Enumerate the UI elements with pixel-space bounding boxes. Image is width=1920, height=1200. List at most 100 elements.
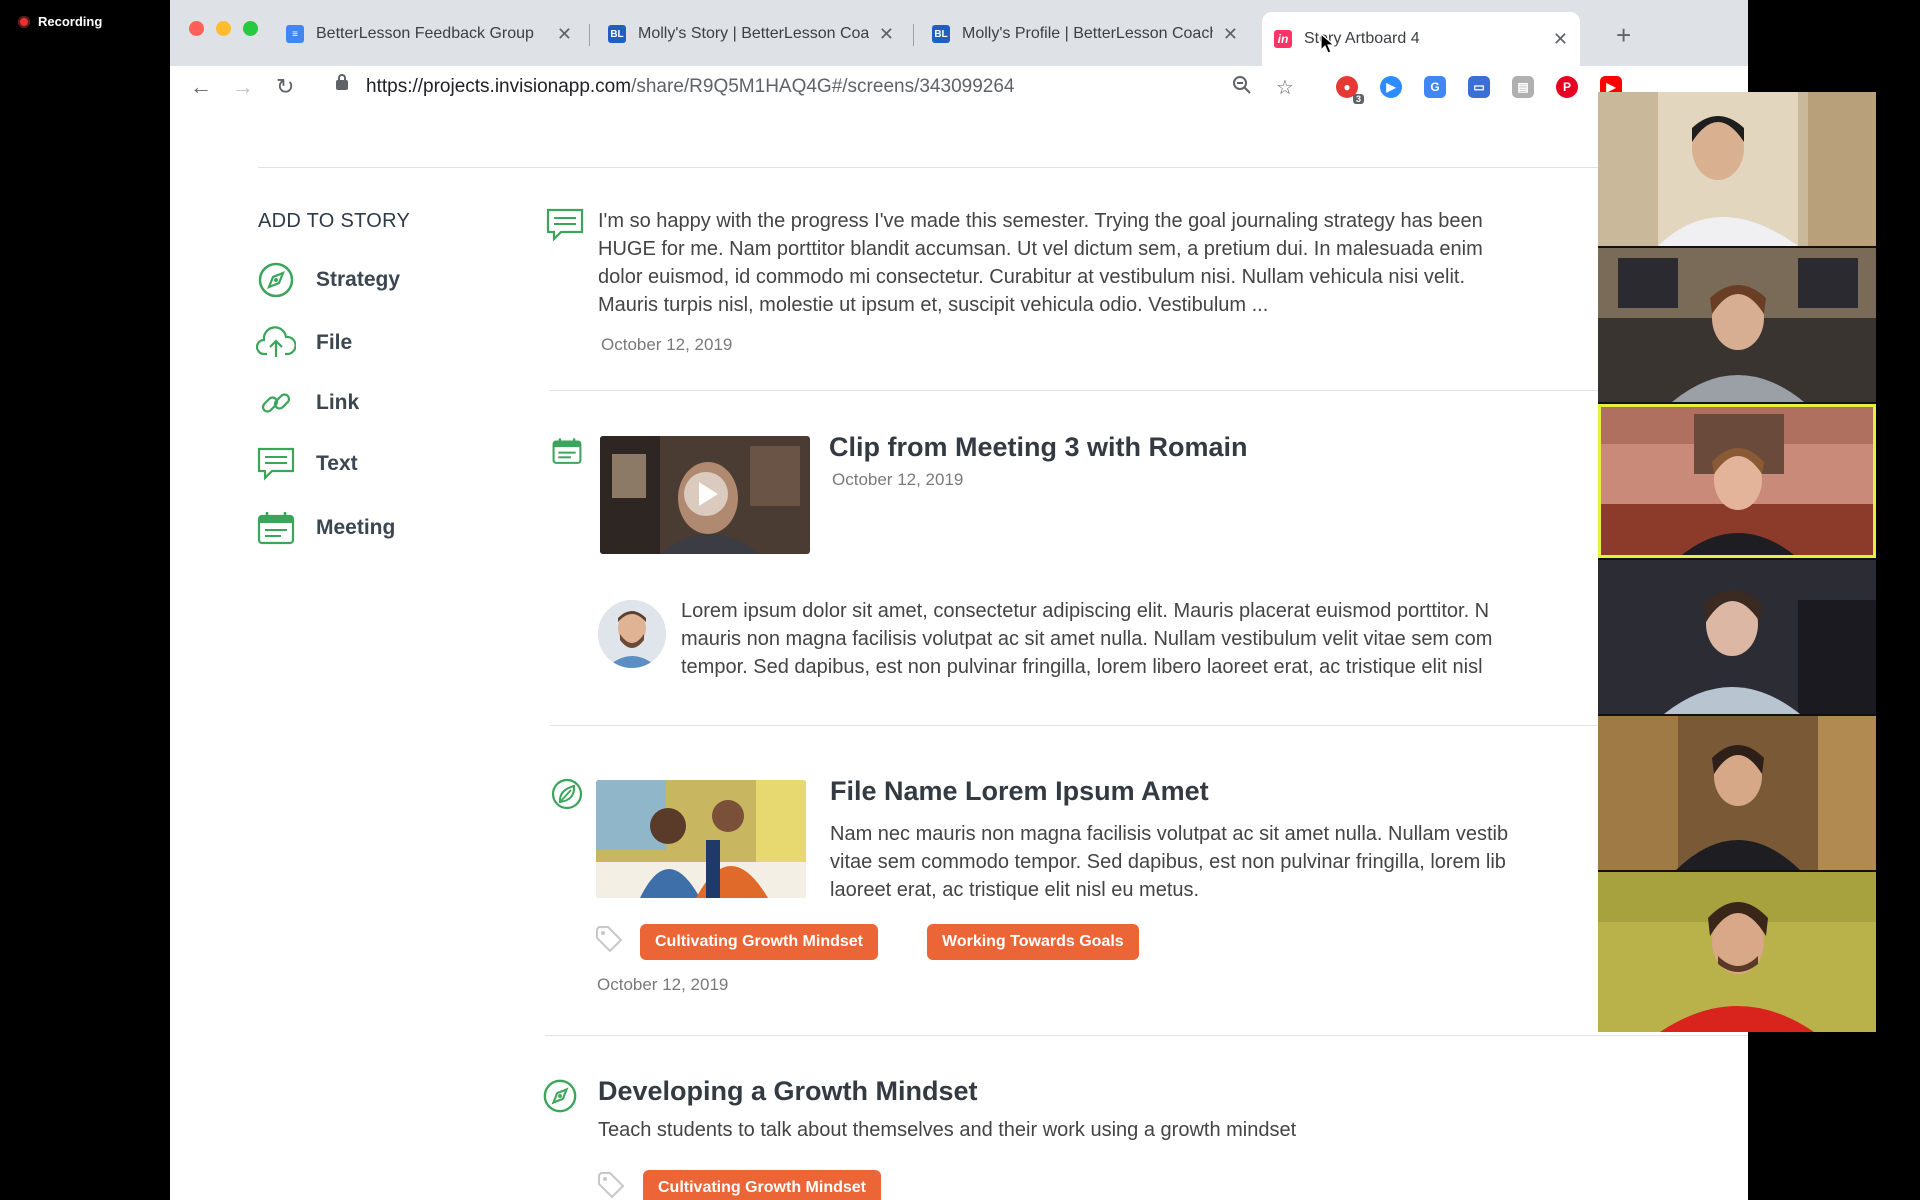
compass-icon	[256, 260, 296, 300]
entry-date: October 12, 2019	[597, 975, 729, 994]
new-tab-button[interactable]: +	[1616, 20, 1631, 51]
entry-date: October 12, 2019	[832, 470, 964, 489]
tab-separator	[589, 24, 590, 46]
extension-badge: 3	[1352, 94, 1364, 104]
page-content: ADD TO STORY Strategy File Link Text Mee…	[170, 110, 1748, 1200]
tag-working-towards-goals[interactable]: Working Towards Goals	[927, 924, 1139, 960]
link-icon	[256, 383, 296, 423]
participant-video-tile[interactable]	[1598, 560, 1876, 714]
sidebar-item-label: File	[316, 331, 353, 354]
add-text-button[interactable]: Text	[256, 444, 358, 484]
tab-title: Story Artboard 4	[1304, 30, 1420, 47]
screen-extension-icon[interactable]: ▭	[1468, 76, 1490, 98]
add-file-button[interactable]: File	[256, 323, 352, 363]
meeting-comment: Lorem ipsum dolor sit amet, consectetur …	[681, 597, 1492, 681]
google-docs-icon: ≡	[286, 25, 304, 43]
back-arrow-icon[interactable]: ←	[190, 74, 212, 100]
comment-line: tempor. Sed dapibus, est non pulvinar fr…	[681, 656, 1483, 678]
close-tab-icon[interactable]: ✕	[1223, 24, 1238, 45]
tab-story-artboard[interactable]: in Story Artboard 4 ✕	[1262, 12, 1580, 66]
text-entry-body: I'm so happy with the progress I've made…	[598, 207, 1483, 319]
tab-feedback-group[interactable]: ≡ BetterLesson Feedback Group ✕	[274, 12, 584, 56]
browser-window: ≡ BetterLesson Feedback Group ✕ BL Molly…	[170, 0, 1748, 1200]
sidebar-item-label: Text	[316, 452, 358, 475]
tag-cultivating-growth-mindset[interactable]: Cultivating Growth Mindset	[640, 924, 878, 960]
participant-video-tile[interactable]	[1598, 872, 1876, 1032]
description-line: Nam nec mauris non magna facilisis volut…	[830, 823, 1509, 845]
active-speaker-video-tile[interactable]	[1598, 404, 1876, 558]
divider	[550, 725, 1748, 726]
recording-label: Recording	[38, 14, 103, 29]
translate-extension-icon[interactable]: G	[1424, 76, 1446, 98]
minimize-window-button[interactable]	[216, 21, 231, 36]
recording-dot-icon	[18, 15, 30, 28]
video-call-strip	[1598, 92, 1876, 1032]
mouse-cursor-icon	[1320, 32, 1336, 60]
close-window-button[interactable]	[189, 21, 204, 36]
upload-cloud-icon	[256, 323, 296, 363]
description-line: laoreet erat, ac tristique elit nisl eu …	[830, 879, 1200, 901]
text-bubble-icon	[256, 444, 296, 484]
participant-video-tile[interactable]	[1598, 92, 1876, 246]
tag-icon	[596, 1170, 626, 1200]
grey-extension-icon[interactable]: ▤	[1512, 76, 1534, 98]
close-tab-icon[interactable]: ✕	[557, 24, 572, 45]
add-meeting-button[interactable]: Meeting	[256, 508, 395, 548]
tab-title: BetterLesson Feedback Group	[316, 25, 534, 42]
browser-toolbar: ← → ↻ https://projects.invisionapp.com/s…	[170, 66, 1748, 111]
strategy-entry-subtitle: Teach students to talk about themselves …	[598, 1119, 1297, 1141]
betterlesson-icon: BL	[608, 25, 626, 43]
compass-icon	[542, 1078, 578, 1114]
meeting-video-thumbnail[interactable]	[600, 436, 810, 554]
tab-title: Molly's Profile | BetterLesson Coaching	[962, 25, 1213, 42]
sidebar-item-label: Link	[316, 391, 360, 414]
leaf-icon	[551, 778, 587, 814]
tab-mollys-profile[interactable]: BL Molly's Profile | BetterLesson Coachi…	[920, 12, 1250, 56]
participant-video-tile[interactable]	[1598, 248, 1876, 402]
divider	[545, 1035, 1748, 1036]
tab-bar: ≡ BetterLesson Feedback Group ✕ BL Molly…	[170, 0, 1748, 66]
strategy-entry-title[interactable]: Developing a Growth Mindset	[598, 1076, 978, 1107]
add-strategy-button[interactable]: Strategy	[256, 260, 400, 300]
add-link-button[interactable]: Link	[256, 383, 359, 423]
file-entry-title[interactable]: File Name Lorem Ipsum Amet	[830, 776, 1209, 807]
address-bar[interactable]: https://projects.invisionapp.com/share/R…	[366, 76, 1014, 98]
comment-line: Lorem ipsum dolor sit amet, consectetur …	[681, 600, 1490, 622]
close-tab-icon[interactable]: ✕	[1553, 29, 1568, 50]
lock-icon[interactable]	[336, 74, 348, 90]
text-line: Mauris turpis nisl, molestie ut ipsum et…	[598, 294, 1269, 316]
reload-icon[interactable]: ↻	[276, 74, 294, 100]
bookmark-star-icon[interactable]: ☆	[1276, 75, 1294, 100]
tag-icon	[594, 924, 624, 954]
file-entry-description: Nam nec mauris non magna facilisis volut…	[830, 820, 1508, 904]
url-host: https://projects.invisionapp.com	[366, 76, 632, 97]
forward-arrow-icon[interactable]: →	[232, 74, 254, 100]
zoom-extension-icon[interactable]: ▶	[1380, 76, 1402, 98]
sidebar-item-label: Strategy	[316, 268, 401, 291]
sidebar-item-label: Meeting	[316, 516, 396, 539]
extension-red-icon[interactable]: ● 3	[1336, 76, 1364, 104]
description-line: vitae sem commodo tempor. Sed dapibus, e…	[830, 851, 1506, 873]
calendar-icon	[552, 436, 588, 472]
divider	[550, 390, 1748, 391]
entry-date: October 12, 2019	[601, 335, 733, 354]
zoom-icon[interactable]	[1232, 75, 1252, 101]
divider	[258, 167, 1748, 168]
meeting-entry-title[interactable]: Clip from Meeting 3 with Romain	[829, 432, 1248, 463]
pinterest-icon[interactable]: P	[1556, 76, 1578, 98]
tab-title: Molly's Story | BetterLesson Coaching	[638, 25, 869, 42]
zoom-window-button[interactable]	[243, 21, 258, 36]
tag-cultivating-growth-mindset[interactable]: Cultivating Growth Mindset	[643, 1170, 881, 1200]
add-to-story-title: ADD TO STORY	[258, 210, 411, 232]
text-line: I'm so happy with the progress I've made…	[598, 210, 1483, 232]
avatar	[598, 600, 666, 668]
close-tab-icon[interactable]: ✕	[879, 24, 894, 45]
betterlesson-icon: BL	[932, 25, 950, 43]
text-line: HUGE for me. Nam porttitor blandit accum…	[598, 238, 1483, 260]
participant-video-tile[interactable]	[1598, 716, 1876, 870]
file-thumbnail[interactable]	[596, 780, 806, 898]
tab-separator	[913, 24, 914, 46]
tab-mollys-story[interactable]: BL Molly's Story | BetterLesson Coaching…	[596, 12, 906, 56]
text-line: dolor euismod, id commodo mi consectetur…	[598, 266, 1466, 288]
text-bubble-icon	[545, 207, 584, 243]
